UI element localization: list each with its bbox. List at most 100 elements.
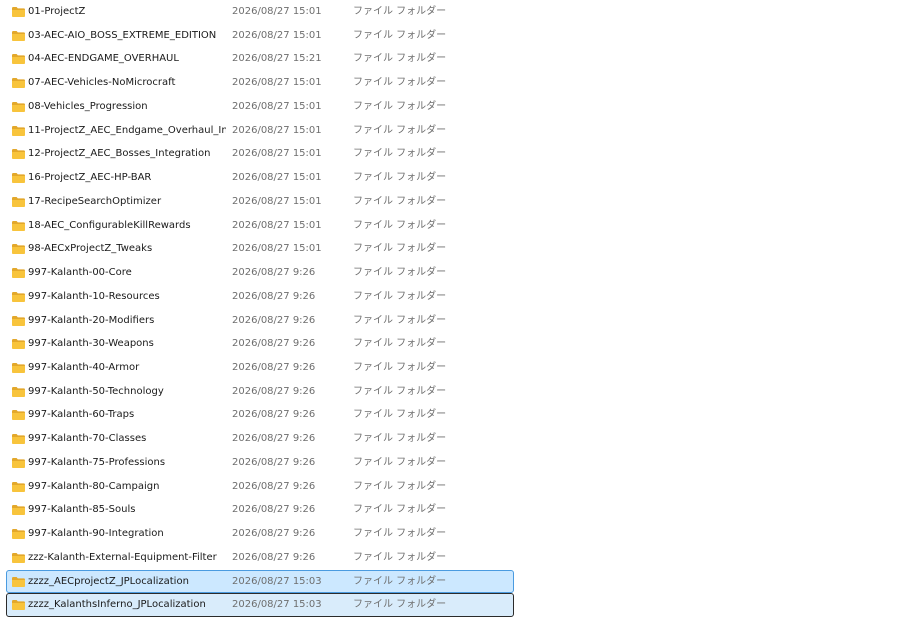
file-name: 997-Kalanth-80-Campaign — [28, 480, 160, 492]
file-row[interactable]: zzz-Kalanth-External-Equipment-Filter 202… — [6, 546, 514, 570]
file-date-modified: 2026/08/27 15:01 — [232, 172, 322, 184]
file-row[interactable]: 07-AEC-Vehicles-NoMicrocraft 2026/08/27 1… — [6, 71, 514, 95]
file-name: 997-Kalanth-70-Classes — [28, 433, 147, 445]
file-type: ファイル フォルダー — [353, 243, 447, 255]
file-type: ファイル フォルダー — [353, 195, 447, 207]
file-name: 997-Kalanth-85-Souls — [28, 504, 136, 516]
folder-icon — [12, 78, 25, 89]
file-type: ファイル フォルダー — [353, 290, 447, 302]
file-type: ファイル フォルダー — [353, 575, 447, 587]
file-name: 98-AECxProjectZ_Tweaks — [28, 243, 153, 255]
file-type: ファイル フォルダー — [353, 100, 447, 112]
file-date-modified: 2026/08/27 15:01 — [232, 124, 322, 136]
file-row[interactable]: 997-Kalanth-50-Technology 2026/08/27 9:26… — [6, 380, 514, 404]
file-name: zzzz_AECprojectZ_JPLocalization — [28, 575, 189, 587]
file-row[interactable]: 997-Kalanth-90-Integration 2026/08/27 9:2… — [6, 522, 514, 546]
file-name: zzzz_KalanthsInferno_JPLocalization — [28, 599, 206, 611]
file-type: ファイル フォルダー — [353, 362, 447, 374]
file-row[interactable]: 997-Kalanth-75-Professions 2026/08/27 9:2… — [6, 451, 514, 475]
file-row[interactable]: 04-AEC-ENDGAME_OVERHAUL 2026/08/27 15:21 フ… — [6, 47, 514, 71]
folder-icon — [12, 30, 25, 41]
file-row[interactable]: 11-ProjectZ_AEC_Endgame_Overhaul_Int... 2… — [6, 119, 514, 143]
file-name: 12-ProjectZ_AEC_Bosses_Integration — [28, 148, 211, 160]
file-row[interactable]: zzzz_KalanthsInferno_JPLocalization 2026/… — [6, 593, 514, 618]
file-name: 997-Kalanth-40-Armor — [28, 362, 140, 374]
folder-icon — [12, 54, 25, 65]
file-row[interactable]: 16-ProjectZ_AEC-HP-BAR 2026/08/27 15:01 ファ… — [6, 166, 514, 190]
file-type: ファイル フォルダー — [353, 433, 447, 445]
folder-icon — [12, 125, 25, 136]
folder-icon — [12, 291, 25, 302]
file-type: ファイル フォルダー — [353, 409, 447, 421]
file-name: 01-ProjectZ — [28, 6, 86, 17]
folder-icon — [12, 315, 25, 326]
file-type: ファイル フォルダー — [353, 148, 447, 160]
file-type: ファイル フォルダー — [353, 124, 447, 136]
folder-icon — [12, 576, 25, 587]
file-date-modified: 2026/08/27 9:26 — [232, 409, 316, 421]
file-type: ファイル フォルダー — [353, 385, 447, 397]
file-date-modified: 2026/08/27 15:03 — [232, 575, 322, 587]
file-type: ファイル フォルダー — [353, 314, 447, 326]
file-date-modified: 2026/08/27 9:26 — [232, 267, 316, 279]
file-type: ファイル フォルダー — [353, 456, 447, 468]
file-name: 07-AEC-Vehicles-NoMicrocraft — [28, 77, 176, 89]
folder-icon — [12, 173, 25, 184]
file-name: 997-Kalanth-60-Traps — [28, 409, 135, 421]
file-row[interactable]: 17-RecipeSearchOptimizer 2026/08/27 15:01… — [6, 190, 514, 214]
file-row[interactable]: 12-ProjectZ_AEC_Bosses_Integration 2026/0… — [6, 142, 514, 166]
file-type: ファイル フォルダー — [353, 6, 447, 17]
folder-icon — [12, 101, 25, 112]
file-row[interactable]: 997-Kalanth-70-Classes 2026/08/27 9:26 ファイ… — [6, 427, 514, 451]
file-row[interactable]: 997-Kalanth-60-Traps 2026/08/27 9:26 ファイル … — [6, 403, 514, 427]
file-name: 16-ProjectZ_AEC-HP-BAR — [28, 172, 152, 184]
file-row[interactable]: 997-Kalanth-10-Resources 2026/08/27 9:26 フ… — [6, 285, 514, 309]
file-type: ファイル フォルダー — [353, 172, 447, 184]
file-row[interactable]: 997-Kalanth-00-Core 2026/08/27 9:26 ファイル フ… — [6, 261, 514, 285]
file-date-modified: 2026/08/27 9:26 — [232, 338, 316, 350]
file-type: ファイル フォルダー — [353, 551, 447, 563]
file-type: ファイル フォルダー — [353, 29, 447, 41]
file-row[interactable]: 997-Kalanth-30-Weapons 2026/08/27 9:26 ファイ… — [6, 332, 514, 356]
file-date-modified: 2026/08/27 9:26 — [232, 362, 316, 374]
folder-icon — [12, 434, 25, 445]
file-date-modified: 2026/08/27 9:26 — [232, 456, 316, 468]
file-row[interactable]: 997-Kalanth-85-Souls 2026/08/27 9:26 ファイル … — [6, 498, 514, 522]
file-date-modified: 2026/08/27 9:26 — [232, 504, 316, 516]
file-type: ファイル フォルダー — [353, 219, 447, 231]
file-row[interactable]: 997-Kalanth-40-Armor 2026/08/27 9:26 ファイル … — [6, 356, 514, 380]
file-name: 04-AEC-ENDGAME_OVERHAUL — [28, 53, 179, 65]
file-row[interactable]: 997-Kalanth-80-Campaign 2026/08/27 9:26 ファ… — [6, 475, 514, 499]
file-date-modified: 2026/08/27 15:01 — [232, 77, 322, 89]
file-type: ファイル フォルダー — [353, 599, 447, 611]
file-name: 17-RecipeSearchOptimizer — [28, 195, 162, 207]
file-date-modified: 2026/08/27 9:26 — [232, 385, 316, 397]
folder-icon — [12, 600, 25, 611]
file-name: 997-Kalanth-75-Professions — [28, 456, 166, 468]
file-type: ファイル フォルダー — [353, 267, 447, 279]
file-type: ファイル フォルダー — [353, 528, 447, 540]
file-row[interactable]: 01-ProjectZ 2026/08/27 15:01 ファイル フォルダー — [6, 0, 514, 24]
folder-icon — [12, 339, 25, 350]
file-row[interactable]: 18-AEC_ConfigurableKillRewards 2026/08/27… — [6, 214, 514, 238]
folder-icon — [12, 529, 25, 540]
file-date-modified: 2026/08/27 9:26 — [232, 480, 316, 492]
folder-icon — [12, 196, 25, 207]
file-row[interactable]: 98-AECxProjectZ_Tweaks 2026/08/27 15:01 ファ… — [6, 237, 514, 261]
file-list: 01-ProjectZ 2026/08/27 15:01 ファイル フォルダー 03-… — [6, 0, 514, 618]
file-name: 997-Kalanth-50-Technology — [28, 385, 164, 397]
file-date-modified: 2026/08/27 9:26 — [232, 551, 316, 563]
folder-icon — [12, 363, 25, 374]
file-row[interactable]: 03-AEC-AIO_BOSS_EXTREME_EDITION 2026/08/2… — [6, 24, 514, 48]
file-name: 18-AEC_ConfigurableKillRewards — [28, 219, 191, 231]
file-type: ファイル フォルダー — [353, 480, 447, 492]
file-row[interactable]: zzzz_AECprojectZ_JPLocalization 2026/08/2… — [6, 569, 514, 594]
file-row[interactable]: 997-Kalanth-20-Modifiers 2026/08/27 9:26 フ… — [6, 309, 514, 333]
file-type: ファイル フォルダー — [353, 53, 447, 65]
file-type: ファイル フォルダー — [353, 77, 447, 89]
file-row[interactable]: 08-Vehicles_Progression 2026/08/27 15:01 フ… — [6, 95, 514, 119]
file-date-modified: 2026/08/27 9:26 — [232, 433, 316, 445]
folder-icon — [12, 220, 25, 231]
file-name: 03-AEC-AIO_BOSS_EXTREME_EDITION — [28, 29, 217, 41]
file-type: ファイル フォルダー — [353, 338, 447, 350]
